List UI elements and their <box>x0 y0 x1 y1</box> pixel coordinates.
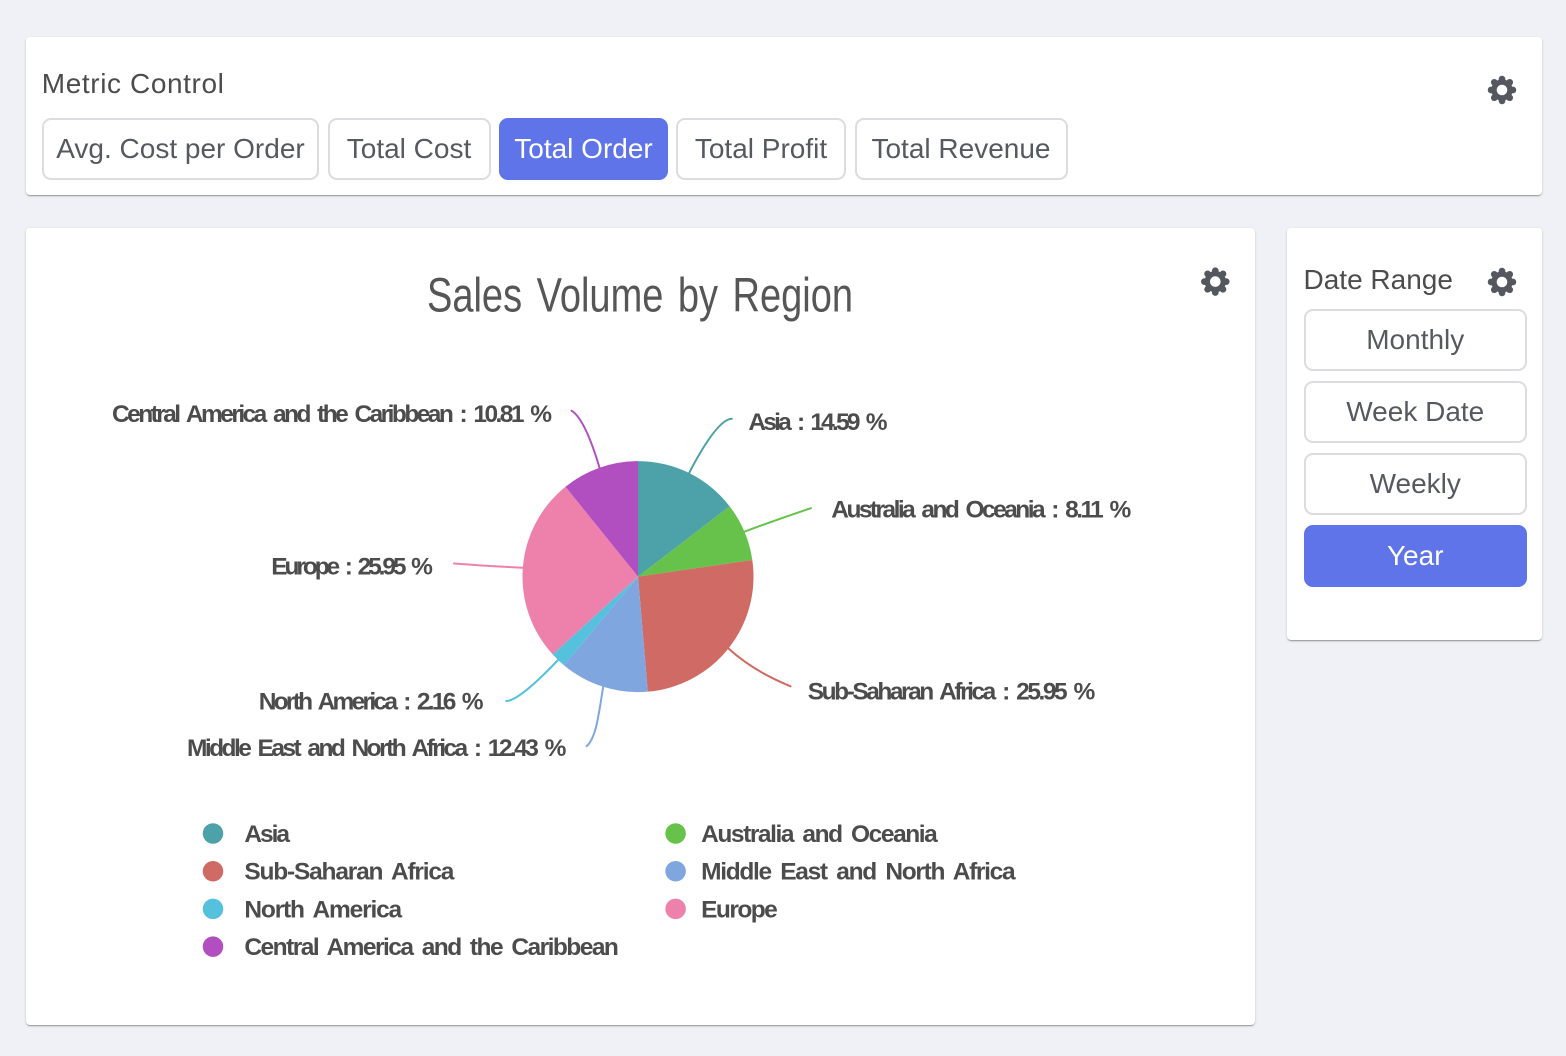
svg-text:Sub-Saharan Africa: Sub-Saharan Africa <box>244 858 454 885</box>
svg-text:Europe: Europe <box>701 896 778 923</box>
svg-text:Australia and Oceania : 8.11 %: Australia and Oceania : 8.11 % <box>831 496 1131 523</box>
svg-text:North America : 2.16 %: North America : 2.16 % <box>259 688 484 715</box>
svg-text:Middle East and North Africa: Middle East and North Africa <box>701 858 1016 885</box>
svg-text:Central America and the Caribb: Central America and the Caribbean : 10.8… <box>112 401 552 428</box>
svg-text:North America: North America <box>244 896 402 923</box>
svg-text:Asia: Asia <box>244 821 290 848</box>
svg-text:Central America and the Caribb: Central America and the Caribbean <box>244 934 619 961</box>
svg-text:Middle East and North Africa :: Middle East and North Africa : 12.43 % <box>187 735 567 762</box>
svg-text:Australia and Oceania: Australia and Oceania <box>701 821 938 848</box>
svg-text:Sales Volume by Region: Sales Volume by Region <box>427 269 853 322</box>
svg-text:Europe : 25.95 %: Europe : 25.95 % <box>271 553 433 580</box>
svg-text:Asia : 14.59 %: Asia : 14.59 % <box>748 409 887 436</box>
svg-text:Sub-Saharan Africa : 25.95 %: Sub-Saharan Africa : 25.95 % <box>808 678 1096 705</box>
